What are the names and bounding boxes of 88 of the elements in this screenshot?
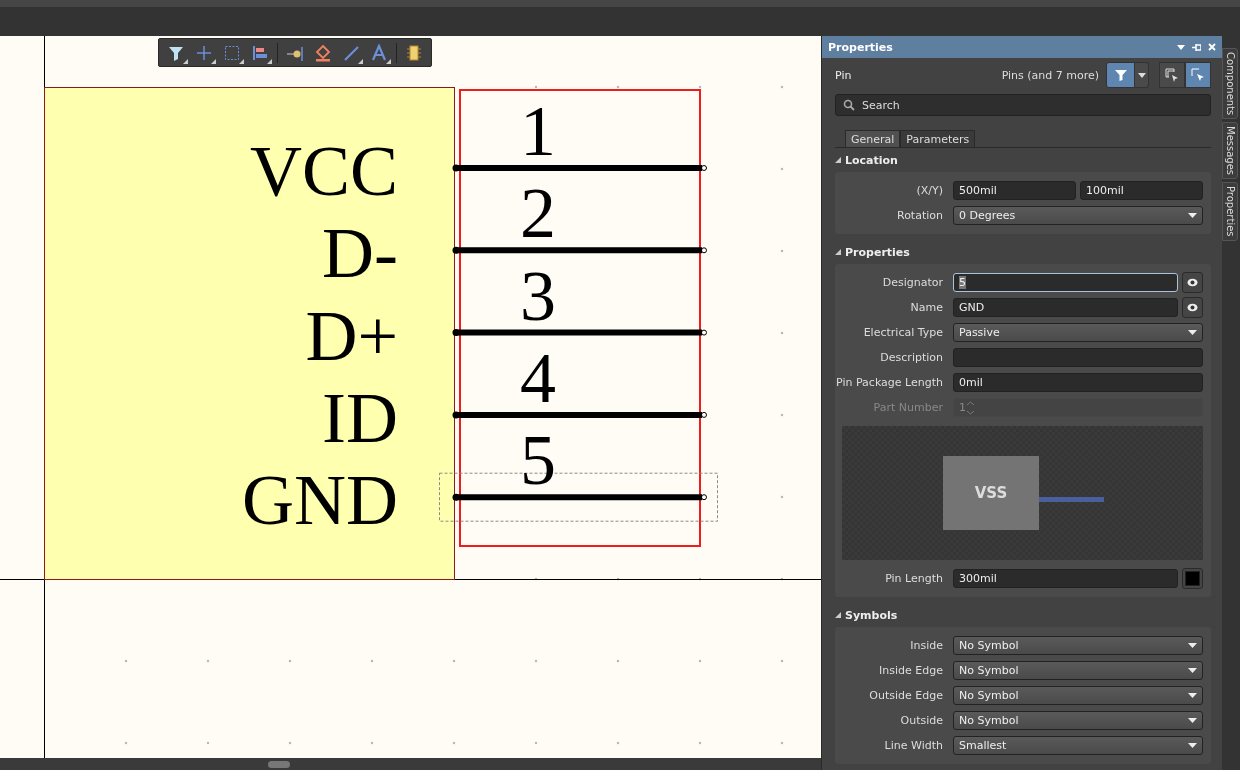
search-icon [843,99,855,111]
pin-number: 3 [520,255,556,336]
visibility-toggle-button[interactable] [1182,297,1204,318]
field-label: Pin Length [884,572,944,585]
pin-name: D- [322,213,398,294]
text-field[interactable]: 300mil [953,569,1179,588]
color-swatch-fill[interactable] [1185,571,1201,586]
pin-number: 2 [520,173,556,254]
panel-tab[interactable]: General [845,130,901,147]
close-icon [1208,43,1217,51]
pin-number: 1 [520,91,556,171]
spin-arrows-icon [966,399,975,416]
dropdown-icon [1137,71,1146,79]
panel-title: Properties [828,40,894,54]
dropdown[interactable]: No Symbol [953,711,1204,730]
expand-triangle-icon [835,612,841,618]
object-type-label: Pin [835,68,852,82]
field-label: Rotation [896,209,944,222]
field-label: (X/Y) [915,184,944,197]
coordinate-field[interactable]: 100mil [1080,181,1204,200]
side-panel-tab[interactable]: Properties [1222,182,1239,241]
pin-name: D+ [305,295,398,376]
dropdown[interactable]: No Symbol [953,686,1204,705]
eye-icon [1187,303,1199,312]
field-label: Designator [881,276,944,289]
dropdown[interactable]: Passive [953,323,1204,342]
line-icon [342,43,360,62]
expand-triangle-icon [835,249,841,255]
coordinate-field[interactable]: 500mil [953,181,1077,200]
field-label: Inside [909,639,944,652]
field-label: Outside Edge [868,689,944,702]
select-inside-button[interactable] [1185,62,1212,88]
dropdown-arrow-icon [1188,329,1198,336]
crosshair-icon [195,43,213,62]
pin-name: ID [322,377,398,458]
dropdown-arrow-icon [1188,717,1198,724]
section-header[interactable]: Properties [835,240,910,264]
text-tool-icon [370,43,388,62]
pin-number: 4 [520,337,556,418]
field-label: Outside [899,714,944,727]
expand-triangle-icon [835,157,841,163]
panel-tab[interactable]: Parameters [900,130,976,147]
field-label: Electrical Type [862,326,944,339]
paint-icon [314,43,332,62]
side-panel-tab[interactable]: Messages [1222,122,1239,180]
dropdown[interactable]: No Symbol [953,661,1204,680]
select-box-icon [223,43,241,62]
filter-icon [1113,68,1128,82]
select-cursor-icon [1191,68,1206,82]
field-label: Name [909,301,944,314]
dropdown-arrow-icon [1188,642,1198,649]
select-cursor-icon [1165,68,1180,82]
field-label: Part Number [872,401,944,414]
pin-name: GND [242,460,398,541]
horizontal-scrollbar[interactable] [0,758,821,770]
section-header[interactable]: Symbols [835,603,898,627]
text-field[interactable]: GND [953,298,1179,317]
pin-number: 5 [520,420,556,501]
dropdown[interactable]: Smallest [953,736,1204,755]
spinner-field: 1 [953,398,1204,417]
section-header[interactable]: Location [835,148,898,172]
field-label: Pin Package Length [835,376,944,389]
search-field[interactable]: Search [835,94,1212,116]
dropdown-arrow-icon [1188,667,1198,674]
dropdown[interactable]: 0 Degrees [953,206,1204,225]
pin-name: VCC [249,131,398,211]
align-icon [251,43,269,62]
selection-filter-label: Pins (and 7 more) [1001,68,1100,82]
side-panel-tab[interactable]: Components [1222,48,1239,120]
preview-pin-name: VSS [974,484,1008,502]
select-objects-button[interactable] [1159,62,1186,88]
text-field[interactable] [953,348,1204,367]
text-field[interactable]: 0mil [953,373,1204,392]
dropdown-arrow-icon [1188,742,1198,749]
filter-button[interactable] [1106,62,1136,88]
component-icon [405,43,423,62]
text-field[interactable]: 5 [953,273,1179,292]
field-label: Description [879,351,944,364]
pin-icon [1192,42,1202,52]
field-label: Inside Edge [878,664,944,677]
dropdown-arrow-icon [1188,212,1198,219]
eye-icon [1187,278,1199,287]
filter-dropdown-button[interactable] [1135,62,1150,88]
dropdown-icon [1177,43,1186,51]
dropdown-arrow-icon [1188,692,1198,699]
visibility-toggle-button[interactable] [1182,272,1204,293]
field-label: Line Width [883,739,944,752]
dropdown[interactable]: No Symbol [953,636,1204,655]
